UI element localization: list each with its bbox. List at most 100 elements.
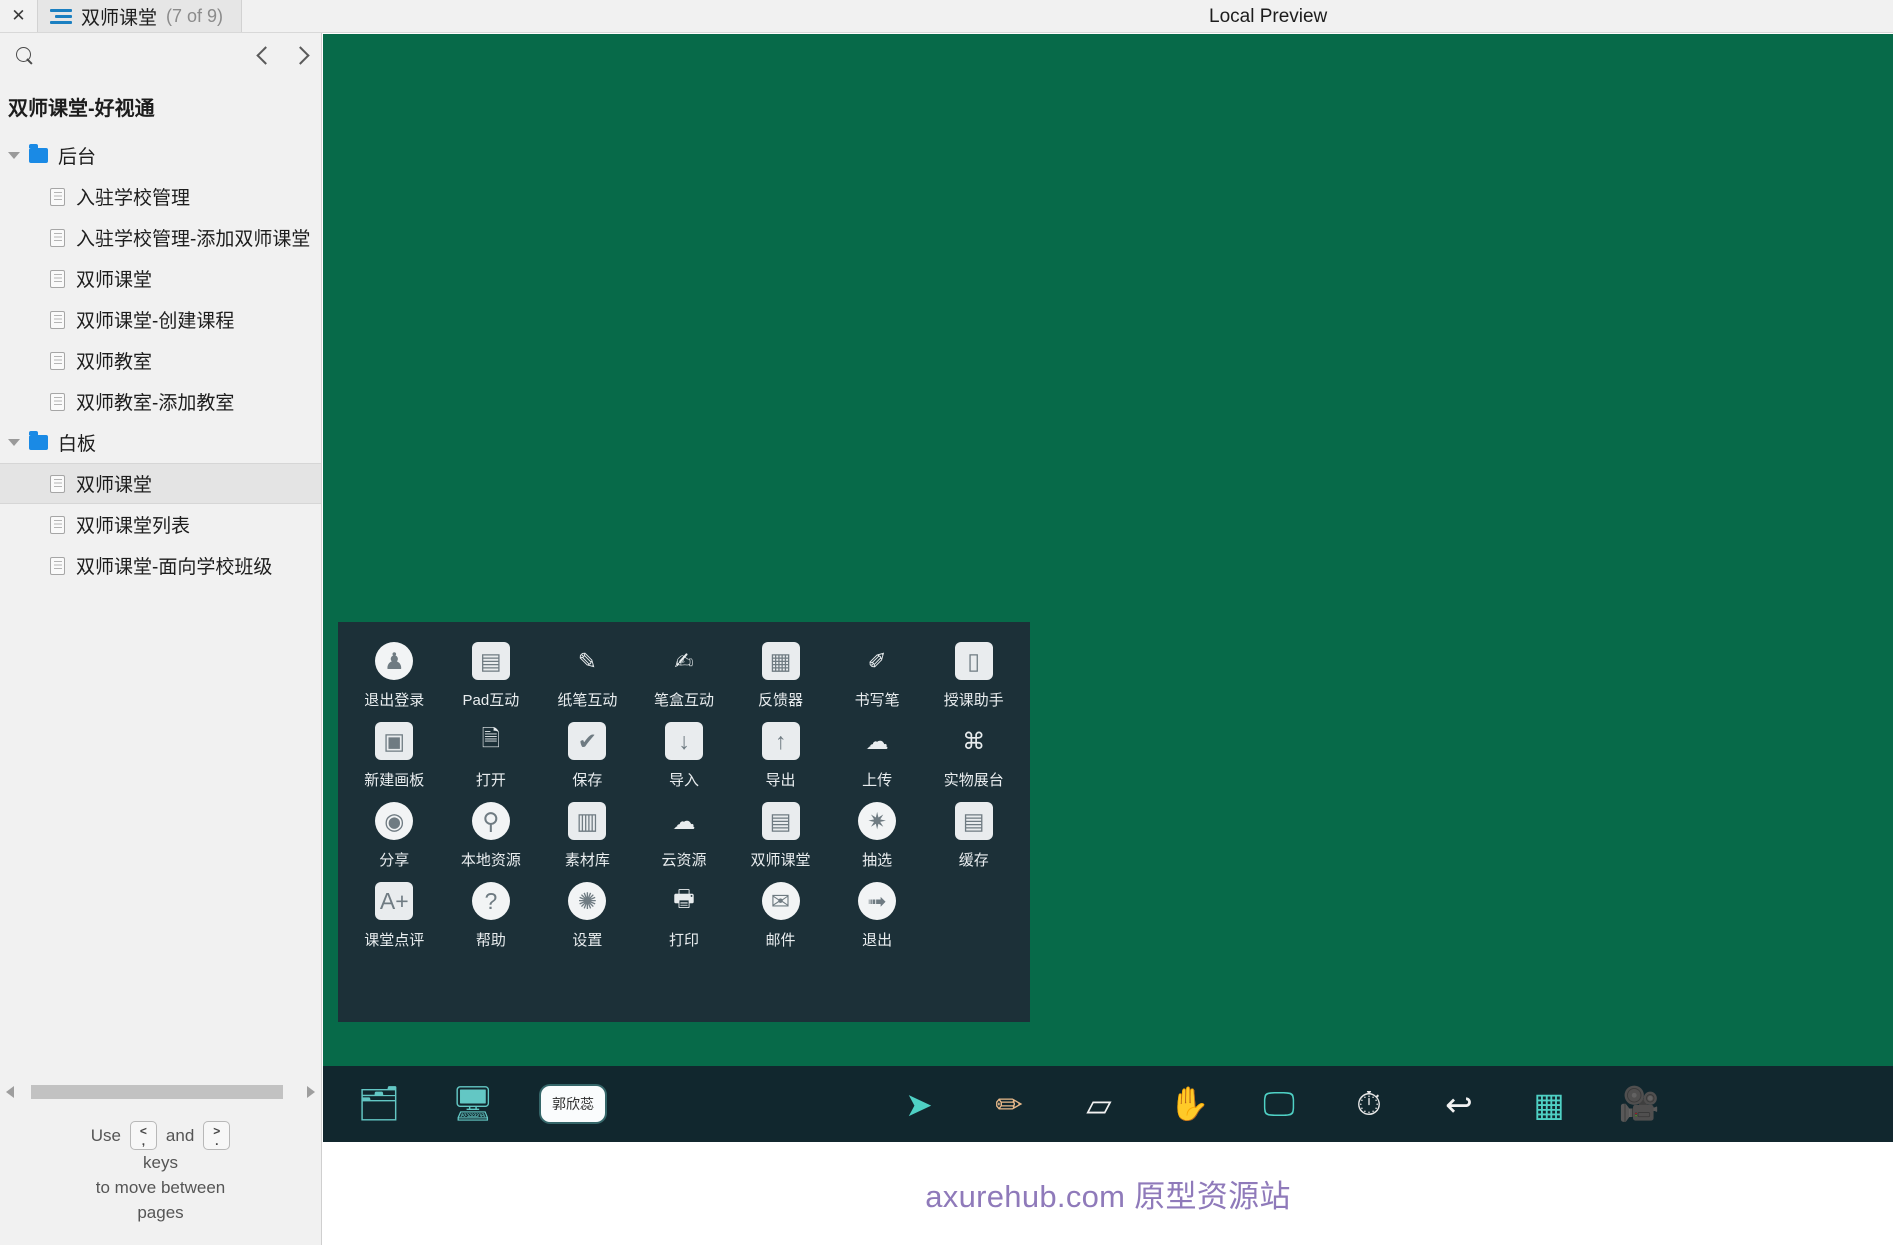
- scroll-left-icon[interactable]: [6, 1086, 14, 1098]
- tree-item-label: 入驻学校管理: [76, 188, 191, 209]
- preview-canvas: ♟ 退出登录 ▤ Pad互动 ✎ 纸笔互动 ✍ 笔盒互动 ▦ 反馈器 ✐ 书写笔 ▯ 授课助手 ▣ 新建画板 🗎…: [323, 34, 1893, 1142]
- caret-down-icon[interactable]: [8, 152, 20, 159]
- hamburger-menu-icon[interactable]: [50, 8, 72, 24]
- folder-icon: [29, 144, 48, 163]
- grid-item-import-down-arrow[interactable]: ↓ 导入: [636, 722, 733, 790]
- tree-page[interactable]: 入驻学校管理-添加双师课堂: [0, 217, 321, 258]
- class-rating-icon: A+: [375, 882, 414, 920]
- search-icon[interactable]: [16, 47, 33, 64]
- teaching-assistant-phone-icon: ▯: [954, 642, 993, 680]
- tree-page[interactable]: 双师课堂: [0, 463, 321, 504]
- grid-item-cloud-resource[interactable]: ☁ 云资源: [636, 802, 733, 870]
- documents-tray-icon[interactable]: 🗂: [353, 1078, 405, 1130]
- grid-item-label: 导出: [765, 772, 796, 789]
- tree-page[interactable]: 双师课堂-面向学校班级: [0, 545, 321, 586]
- video-camera-icon[interactable]: 🎥: [1613, 1078, 1665, 1130]
- grid-item-save-check[interactable]: ✔ 保存: [539, 722, 636, 790]
- user-name-chip[interactable]: 郭欣蕊: [541, 1086, 605, 1122]
- grid-item-random-pick-wheel[interactable]: ✷ 抽选: [829, 802, 926, 870]
- tree-page[interactable]: 双师教室: [0, 340, 321, 381]
- watermark-text: axurehub.com 原型资源站: [925, 1179, 1291, 1214]
- key-next-bottom: .: [215, 1133, 219, 1148]
- cursor-arrow-icon[interactable]: ➤: [893, 1078, 945, 1130]
- scrollbar-track[interactable]: [21, 1085, 300, 1099]
- grid-item-label: 课堂点评: [364, 932, 425, 949]
- tab-page-count: (7 of 9): [166, 5, 224, 26]
- tree-folder[interactable]: 后台: [0, 135, 321, 176]
- page-tree: 后台 入驻学校管理 入驻学校管理-添加双师课堂 双师课堂 双师课堂-创建课程 双师教室 双师…: [0, 131, 321, 586]
- grid-item-paper-pen-interaction[interactable]: ✎ 纸笔互动: [539, 642, 636, 710]
- document-camera-icon: ⌘: [962, 727, 986, 754]
- grid-item-label: 新建画板: [364, 772, 425, 789]
- grid-item-mail-envelope[interactable]: ✉ 邮件: [732, 882, 829, 950]
- grid-item-label: 书写笔: [854, 692, 900, 709]
- tree-page[interactable]: 双师课堂列表: [0, 504, 321, 545]
- grid-item-teaching-assistant-phone[interactable]: ▯ 授课助手: [925, 642, 1022, 710]
- grid-item-label: 打印: [668, 932, 699, 949]
- paper-pen-interaction-icon: ✎: [577, 647, 598, 674]
- hand-pan-icon[interactable]: ✋: [1163, 1078, 1215, 1130]
- eraser-icon[interactable]: ▱: [1073, 1078, 1125, 1130]
- cache-server-icon: ▤: [954, 802, 993, 840]
- grid-item-label: 退出: [862, 932, 893, 949]
- grid-item-logout-user[interactable]: ♟ 退出登录: [346, 642, 443, 710]
- grid-item-local-resource-pin[interactable]: ⚲ 本地资源: [443, 802, 540, 870]
- tree-folder[interactable]: 白板: [0, 422, 321, 463]
- scroll-right-icon[interactable]: [307, 1086, 315, 1098]
- close-icon[interactable]: ✕: [0, 0, 37, 32]
- pen-box-interaction-icon: ✍: [674, 647, 694, 674]
- prev-page-icon[interactable]: [256, 46, 275, 65]
- save-check-icon: ✔: [568, 722, 607, 760]
- page-icon: [50, 187, 65, 206]
- grid-item-tablet-interaction[interactable]: ▤ Pad互动: [443, 642, 540, 710]
- tab-双师课堂[interactable]: 双师课堂 (7 of 9): [37, 0, 243, 32]
- tree-page[interactable]: 双师教室-添加教室: [0, 381, 321, 422]
- preview-title: Local Preview: [1209, 5, 1328, 27]
- next-page-icon[interactable]: [291, 46, 310, 65]
- grid-item-exit-arrow[interactable]: ➟ 退出: [829, 882, 926, 950]
- whiteboard-screen-icon[interactable]: 🖵: [1253, 1078, 1305, 1130]
- tree-page[interactable]: 双师课堂: [0, 258, 321, 299]
- grid-item-export-up-arrow[interactable]: ↑ 导出: [732, 722, 829, 790]
- open-file-icon: 🗎: [481, 724, 501, 751]
- grid-item-cache-server[interactable]: ▤ 缓存: [925, 802, 1022, 870]
- grid-item-pen-box-interaction[interactable]: ✍ 笔盒互动: [636, 642, 733, 710]
- grid-item-label: 抽选: [862, 852, 893, 869]
- tree-page[interactable]: 双师课堂-创建课程: [0, 299, 321, 340]
- grid-item-cloud-upload[interactable]: ☁ 上传: [829, 722, 926, 790]
- grid-item-label: 退出登录: [364, 692, 425, 709]
- grid-item-printer[interactable]: 🖶 打印: [636, 882, 733, 950]
- scrollbar-thumb[interactable]: [31, 1085, 283, 1099]
- grid-item-help-question[interactable]: ? 帮助: [443, 882, 540, 950]
- tree-item-label: 白板: [58, 434, 97, 455]
- grid-item-share-broadcast[interactable]: ◉ 分享: [346, 802, 443, 870]
- grid-item-class-rating[interactable]: A+ 课堂点评: [346, 882, 443, 950]
- grid-item-dual-teacher-class[interactable]: ▤ 双师课堂: [732, 802, 829, 870]
- grid-item-stylus-pen[interactable]: ✐ 书写笔: [829, 642, 926, 710]
- page-icon: [50, 556, 65, 575]
- grid-item-new-canvas[interactable]: ▣ 新建画板: [346, 722, 443, 790]
- grid-item-settings-gear[interactable]: ✺ 设置: [539, 882, 636, 950]
- responder-keypad-icon: ▦: [761, 642, 800, 680]
- grid-item-open-file[interactable]: 🗎 打开: [443, 722, 540, 790]
- caret-down-icon[interactable]: [8, 439, 20, 446]
- grid-item-material-library[interactable]: ▥ 素材库: [539, 802, 636, 870]
- hint-and: and: [165, 1126, 195, 1145]
- tree-page[interactable]: 入驻学校管理: [0, 176, 321, 217]
- grid-item-label: 素材库: [564, 852, 610, 869]
- pencil-icon[interactable]: ✏: [983, 1078, 1035, 1130]
- desktop-windows-icon[interactable]: 🖥: [447, 1078, 499, 1130]
- key-prev-bottom: ,: [141, 1133, 146, 1148]
- sidebar-horizontal-scrollbar[interactable]: [0, 1079, 321, 1105]
- grid-item-document-camera[interactable]: ⌘ 实物展台: [925, 722, 1022, 790]
- undo-arrow-icon[interactable]: ↩: [1433, 1078, 1485, 1130]
- grid-item-responder-keypad[interactable]: ▦ 反馈器: [732, 642, 829, 710]
- grid-item-label: 帮助: [475, 932, 506, 949]
- page-icon: [50, 310, 65, 329]
- share-broadcast-icon: ◉: [375, 802, 414, 840]
- keyboard-hint: Use < , and > . keys to move between pag…: [0, 1121, 321, 1225]
- grid-item-label: Pad互动: [462, 692, 520, 709]
- help-question-icon: ?: [471, 882, 510, 920]
- stopwatch-timer-icon[interactable]: ⏱: [1343, 1078, 1395, 1130]
- grid-apps-icon[interactable]: ▦: [1523, 1078, 1575, 1130]
